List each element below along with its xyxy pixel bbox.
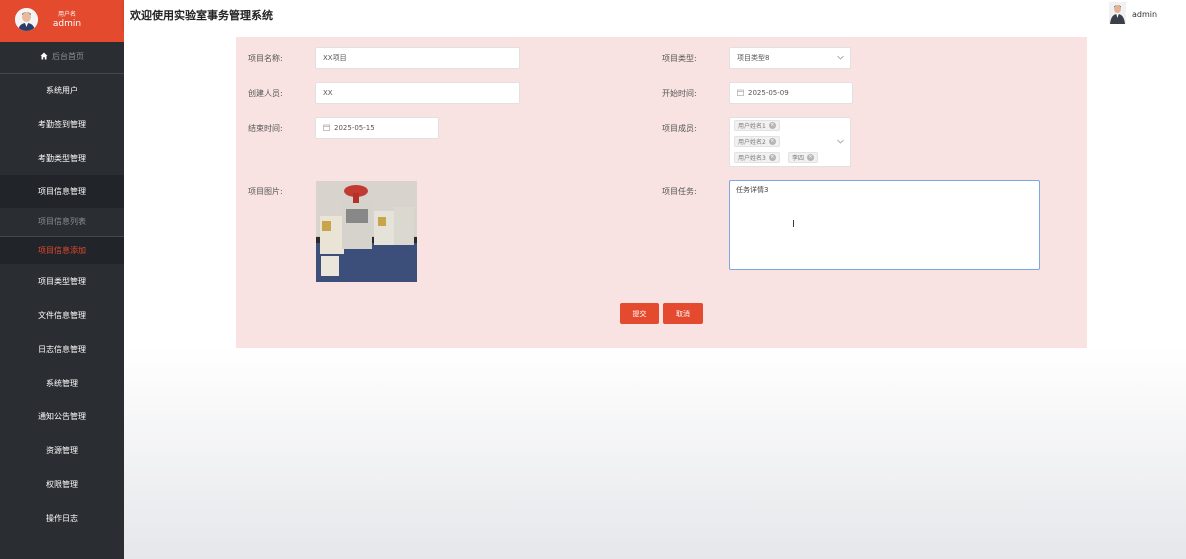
sidebar-item-file-info[interactable]: 文件信息管理 [0,310,124,321]
sidebar-item-home[interactable]: 后台首页 [0,51,124,62]
project-name-value: XX项目 [323,54,347,62]
avatar[interactable] [15,8,38,31]
top-header: 欢迎使用实验室事务管理系统 admin [124,0,1186,30]
end-time-value: 2025-05-15 [334,124,375,132]
submit-button[interactable]: 提交 [620,303,659,324]
sidebar-subitem-project-add[interactable]: 项目信息添加 [0,237,124,264]
member-tag[interactable]: 用户姓名3 × [734,152,780,163]
sidebar-item-system-manage[interactable]: 系统管理 [0,378,124,389]
project-type-select[interactable]: 项目类型8 [729,47,851,69]
close-icon[interactable]: × [768,154,776,161]
start-time-label: 开始时间: [662,89,697,98]
chevron-down-icon [837,54,844,62]
text-cursor-icon: Ι [792,219,795,230]
header-username[interactable]: admin [1132,10,1157,19]
calendar-icon [323,124,330,133]
sidebar-item-log-info[interactable]: 日志信息管理 [0,344,124,355]
sidebar-item-label: 后台首页 [52,52,84,61]
header-avatar[interactable] [1109,2,1126,24]
sidebar-user-panel: 用户名 admin [0,0,124,42]
project-name-input[interactable]: XX项目 [315,47,520,69]
creator-value: XX [323,89,333,97]
sidebar-item-resource[interactable]: 资源管理 [0,445,124,456]
end-time-picker[interactable]: 2025-05-15 [315,117,439,139]
project-type-label: 项目类型: [662,54,697,63]
divider [0,73,124,74]
chevron-down-icon [837,138,844,146]
sidebar: 用户名 admin 后台首页 系统用户 考勤签到管理 考勤类型管理 项目信息管理… [0,0,124,559]
creator-label: 创建人员: [248,89,283,98]
close-icon[interactable]: × [807,154,815,161]
sidebar-item-notice[interactable]: 通知公告管理 [0,411,124,422]
close-icon[interactable]: × [768,122,776,129]
cancel-button[interactable]: 取消 [663,303,703,324]
home-icon [40,52,48,62]
start-time-picker[interactable]: 2025-05-09 [729,82,853,104]
sidebar-user-label: 用户名 [57,11,76,18]
members-label: 项目成员: [662,124,697,133]
page-title: 欢迎使用实验室事务管理系统 [130,9,273,22]
sidebar-item-attendance-signin[interactable]: 考勤签到管理 [0,119,124,130]
project-image-upload[interactable] [316,181,417,282]
creator-input[interactable]: XX [315,82,520,104]
task-value: 任务详情3 [736,186,769,194]
calendar-icon [737,89,744,98]
sidebar-subitem-project-list[interactable]: 项目信息列表 [0,216,124,227]
sidebar-item-system-users[interactable]: 系统用户 [0,85,124,96]
member-tag[interactable]: 用户姓名1 × [734,120,780,131]
sidebar-item-project-type[interactable]: 项目类型管理 [0,276,124,287]
project-type-value: 项目类型8 [737,54,770,62]
close-icon[interactable]: × [768,138,776,145]
member-tag[interactable]: 李四 × [788,152,819,163]
sidebar-item-attendance-type[interactable]: 考勤类型管理 [0,153,124,164]
sidebar-item-project-info[interactable]: 项目信息管理 [0,175,124,208]
end-time-label: 结束时间: [248,124,283,133]
start-time-value: 2025-05-09 [748,89,789,97]
project-name-label: 项目名称: [248,54,283,63]
image-label: 项目图片: [248,187,283,196]
sidebar-user-name: admin [52,19,82,29]
task-label: 项目任务: [662,187,697,196]
member-tag[interactable]: 用户姓名2 × [734,136,780,147]
task-textarea[interactable]: 任务详情3 [729,180,1040,270]
sidebar-item-permission[interactable]: 权限管理 [0,479,124,490]
sidebar-item-operation-log[interactable]: 操作日志 [0,513,124,524]
